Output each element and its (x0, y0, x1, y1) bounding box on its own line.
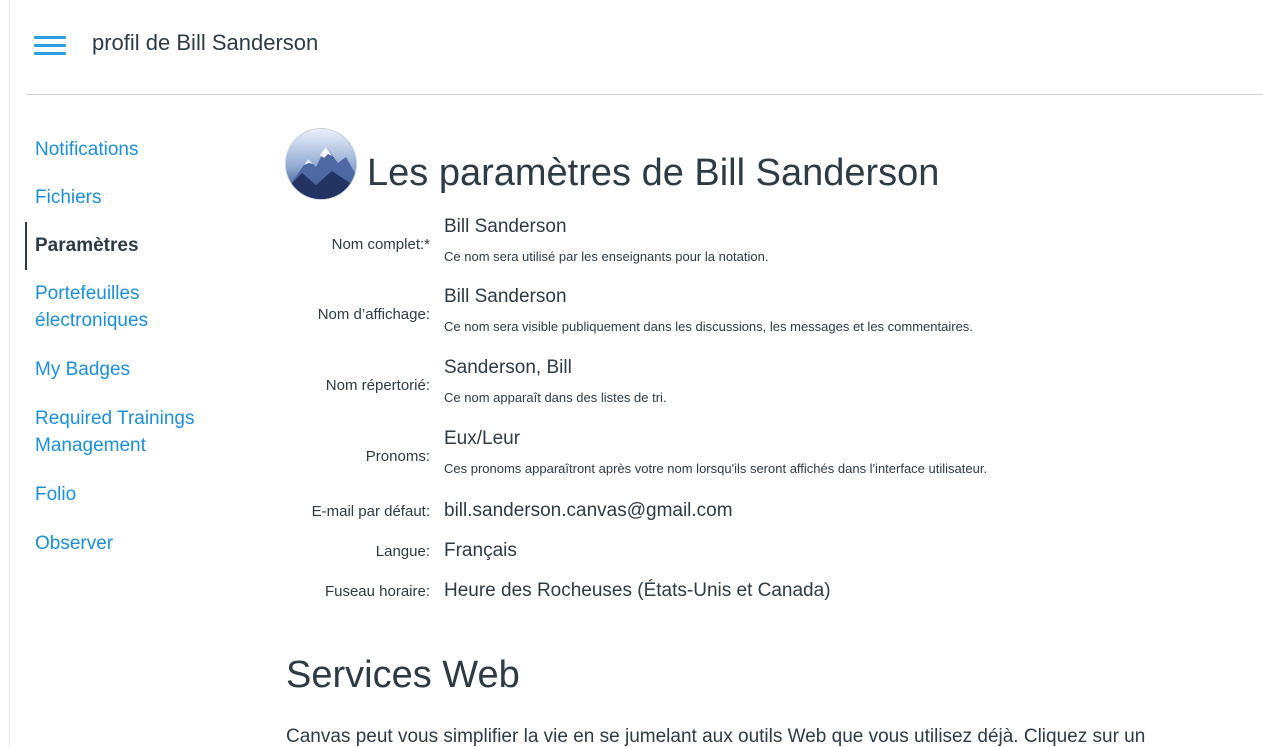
page-title: Les paramètres de Bill Sanderson (367, 152, 940, 194)
field-label: Langue: (375, 543, 430, 560)
main-content: Les paramètres de Bill Sanderson Nom com… (284, 124, 1244, 747)
sidebar-item-folio[interactable]: Folio (25, 481, 255, 508)
hamburger-menu-icon[interactable] (34, 34, 68, 58)
field-label: Nom répertorié: (325, 377, 430, 394)
time-zone-value: Heure des Rocheuses (États-Unis et Canad… (444, 580, 831, 601)
sidebar-item-parametres[interactable]: Paramètres (25, 222, 255, 270)
web-services-description: Canvas peut vous simplifier la vie en se… (286, 726, 1146, 747)
display-name-value: Bill Sanderson (444, 286, 567, 307)
field-pronouns: Pronoms: Eux/Leur Ces pronoms apparaîtro… (284, 428, 1244, 500)
title-row: Les paramètres de Bill Sanderson (284, 124, 1244, 200)
field-display-name: Nom d’affichage: Bill Sanderson Ce nom s… (284, 286, 1244, 357)
sidebar-item-label: Management (35, 435, 146, 456)
field-label: Fuseau horaire: (324, 583, 430, 600)
page-header: profil de Bill Sanderson (27, 0, 1263, 95)
field-sortable-name: Nom répertorié: Sanderson, Bill Ce nom a… (284, 357, 1244, 428)
field-hint: Ce nom apparaît dans des listes de tri. (444, 390, 667, 405)
pronouns-value: Eux/Leur (444, 428, 521, 449)
field-label: Nom d’affichage: (317, 306, 430, 323)
field-hint: Ce nom sera visible publiquement dans le… (444, 319, 973, 334)
settings-sidebar: Notifications Fichiers Paramètres Portef… (25, 136, 255, 557)
field-hint: Ce nom sera utilisé par les enseignants … (444, 249, 769, 264)
avatar[interactable] (286, 129, 356, 199)
sortable-name-value: Sanderson, Bill (444, 357, 572, 378)
left-edge (0, 0, 10, 747)
field-full-name: Nom complet:* Bill Sanderson Ce nom sera… (284, 216, 1244, 286)
mountain-avatar-image (286, 129, 356, 199)
sidebar-item-observer[interactable]: Observer (25, 530, 255, 557)
language-value: Français (444, 540, 517, 561)
full-name-value: Bill Sanderson (444, 216, 567, 237)
web-services-heading: Services Web (286, 654, 520, 696)
sidebar-item-portefeuilles[interactable]: Portefeuilles électroniques (25, 280, 255, 334)
field-label: Nom complet:* (331, 236, 430, 253)
sidebar-item-fichiers[interactable]: Fichiers (25, 184, 255, 211)
field-time-zone: Fuseau horaire: Heure des Rocheuses (Éta… (284, 580, 1244, 620)
profile-fields: Nom complet:* Bill Sanderson Ce nom sera… (284, 216, 1244, 620)
default-email-value: bill.sanderson.canvas@gmail.com (444, 500, 733, 521)
sidebar-item-label: Portefeuilles (35, 283, 140, 304)
sidebar-item-notifications[interactable]: Notifications (25, 136, 255, 163)
page: profil de Bill Sanderson Notifications F… (0, 0, 1263, 747)
field-label: E-mail par défaut: (311, 503, 430, 520)
sidebar-item-label: Required Trainings (35, 408, 195, 429)
field-label: Pronoms: (365, 448, 430, 465)
sidebar-item-required-trainings[interactable]: Required Trainings Management (25, 405, 255, 459)
field-language: Langue: Français (284, 540, 1244, 580)
sidebar-item-label: électroniques (35, 310, 149, 331)
field-default-email: E-mail par défaut: bill.sanderson.canvas… (284, 500, 1244, 540)
sidebar-item-my-badges[interactable]: My Badges (25, 356, 255, 383)
breadcrumb-title: profil de Bill Sanderson (92, 30, 319, 55)
field-hint: Ces pronoms apparaîtront après votre nom… (444, 461, 988, 476)
